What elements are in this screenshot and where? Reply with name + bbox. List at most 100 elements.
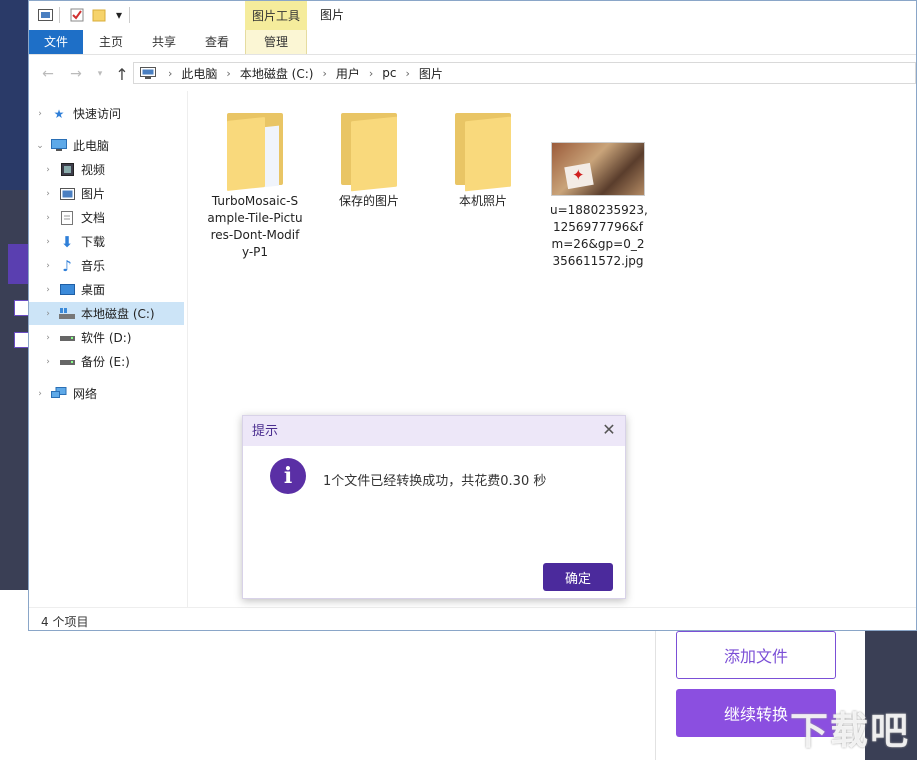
drive-icon [59, 355, 75, 369]
tab-home[interactable]: 主页 [91, 30, 131, 54]
nav-label: 图片 [81, 187, 106, 201]
up-arrow-icon[interactable]: ↑ [113, 65, 131, 84]
add-file-button[interactable]: 添加文件 [676, 631, 836, 679]
file-name: 保存的图片 [338, 194, 399, 208]
toolbar-divider [59, 7, 60, 23]
nav-desktop[interactable]: › 桌面 [29, 278, 184, 301]
nav-label: 软件 (D:) [81, 331, 132, 345]
file-item-folder[interactable]: 本机照片 [435, 109, 531, 210]
nav-label: 文档 [81, 211, 106, 225]
nav-label: 视频 [81, 163, 106, 177]
nav-pictures[interactable]: › 图片 [29, 182, 184, 205]
chevron-right-icon[interactable]: › [43, 309, 53, 319]
address-bar[interactable]: › 此电脑 › 本地磁盘 (C:) › 用户 › pc › 图片 [133, 62, 916, 84]
file-name: 1256977796&f [553, 220, 643, 234]
item-count: 4 个项目 [41, 615, 89, 629]
nav-drive-e[interactable]: › 备份 (E:) [29, 350, 184, 373]
tab-manage[interactable]: 管理 [245, 30, 307, 54]
file-item-folder[interactable]: 保存的图片 [321, 109, 417, 210]
breadcrumb-separator-icon: › [226, 66, 231, 80]
network-icon [51, 387, 67, 401]
file-name: 356611572.jpg [552, 254, 644, 268]
file-name: 本机照片 [458, 194, 507, 208]
breadcrumb-pictures[interactable]: 图片 [416, 65, 446, 82]
chevron-right-icon[interactable]: › [43, 285, 53, 295]
breadcrumb-separator-icon: › [168, 66, 173, 80]
chevron-down-icon[interactable]: ⌄ [35, 141, 45, 151]
dialog-header: 提示 ✕ [243, 416, 625, 446]
ribbon-tabs: 文件 主页 共享 查看 管理 [29, 30, 916, 55]
file-item-image[interactable]: ✦ u=1880235923, 1256977796&f m=26&gp=0_2… [550, 142, 648, 270]
chevron-right-icon[interactable]: › [35, 109, 45, 119]
breadcrumb-local-disk[interactable]: 本地磁盘 (C:) [237, 65, 317, 82]
nav-network[interactable]: › 网络 [29, 382, 184, 405]
music-note-icon: ♪ [62, 256, 72, 275]
info-icon: i [270, 458, 306, 494]
nav-local-disk-c[interactable]: › 本地磁盘 (C:) [29, 302, 184, 325]
drive-icon [59, 331, 75, 345]
nav-downloads[interactable]: › ⬇ 下载 [29, 230, 184, 253]
nav-label: 此电脑 [73, 139, 110, 153]
close-icon[interactable]: ✕ [599, 420, 619, 440]
breadcrumb-users[interactable]: 用户 [333, 65, 363, 82]
nav-this-pc[interactable]: ⌄ 此电脑 [29, 134, 184, 157]
file-item-folder[interactable]: TurboMosaic-S ample-Tile-Pictu res-Dont-… [207, 109, 303, 261]
breadcrumb-this-pc[interactable]: 此电脑 [178, 65, 220, 82]
title-bar: ▾ 图片工具 图片 [29, 1, 916, 30]
watermark-logo: 下载吧 [790, 709, 911, 753]
tab-view[interactable]: 查看 [197, 30, 237, 54]
chevron-right-icon[interactable]: › [43, 261, 53, 271]
document-icon [59, 210, 75, 225]
nav-videos[interactable]: › 视频 [29, 158, 184, 181]
dialog-title: 提示 [252, 424, 279, 439]
folder-with-pictures-icon [227, 109, 283, 191]
folder-icon [455, 109, 511, 192]
tab-file[interactable]: 文件 [29, 30, 83, 54]
nav-label: 下载 [81, 235, 106, 249]
file-name: u=1880235923, [550, 203, 648, 217]
chevron-right-icon[interactable]: › [43, 237, 53, 247]
chevron-right-icon[interactable]: › [43, 189, 53, 199]
image-thumbnail: ✦ [551, 142, 645, 196]
breadcrumb-separator-icon: › [368, 66, 374, 80]
navigation-pane: › ★ 快速访问 ⌄ 此电脑 › 视频 › 图片 › 文档 › ⬇ 下载 › ♪… [29, 91, 188, 607]
nav-label: 桌面 [81, 283, 106, 297]
nav-music[interactable]: › ♪ 音乐 [29, 254, 184, 277]
ok-button[interactable]: 确定 [543, 563, 613, 591]
breadcrumb-separator-icon: › [405, 66, 410, 80]
dialog-message: 1个文件已经转换成功，共花费0.30 秒 [323, 474, 547, 489]
nav-label: 本地磁盘 (C:) [81, 307, 155, 321]
nav-label: 网络 [73, 387, 98, 401]
customize-toolbar-icon[interactable]: ▾ [111, 7, 127, 23]
chevron-right-icon[interactable]: › [35, 389, 45, 399]
nav-label: 备份 (E:) [81, 355, 130, 369]
nav-label: 快速访问 [73, 107, 122, 121]
notice-dialog: 提示 ✕ i 1个文件已经转换成功，共花费0.30 秒 确定 [242, 415, 626, 599]
window-title: 图片 [320, 8, 345, 22]
nav-label: 音乐 [81, 259, 106, 273]
chevron-right-icon[interactable]: › [43, 357, 53, 367]
window-icon[interactable] [37, 7, 53, 23]
back-arrow-icon[interactable]: ← [39, 65, 57, 83]
new-folder-icon[interactable] [91, 7, 107, 23]
chevron-right-icon[interactable]: › [43, 165, 53, 175]
chevron-right-icon[interactable]: › [43, 213, 53, 223]
nav-quick-access[interactable]: › ★ 快速访问 [29, 102, 184, 125]
breadcrumb-pc[interactable]: pc [379, 66, 399, 80]
recent-locations-icon[interactable]: ▾ [91, 65, 109, 83]
forward-arrow-icon[interactable]: → [67, 65, 85, 83]
file-name: m=26&gp=0_2 [551, 237, 645, 251]
chevron-right-icon[interactable]: › [43, 333, 53, 343]
folder-icon [341, 109, 397, 192]
file-name: res-Dont-Modif [210, 228, 300, 242]
file-name: ample-Tile-Pictu [207, 211, 303, 225]
tab-share[interactable]: 共享 [144, 30, 184, 54]
windows-drive-icon [59, 307, 75, 321]
picture-tools-label: 图片工具 [245, 1, 307, 30]
nav-drive-d[interactable]: › 软件 (D:) [29, 326, 184, 349]
pictures-icon [59, 187, 75, 201]
properties-icon[interactable] [69, 7, 85, 23]
status-bar: 4 个项目 [29, 607, 916, 632]
nav-documents[interactable]: › 文档 [29, 206, 184, 229]
star-icon: ★ [53, 106, 65, 121]
